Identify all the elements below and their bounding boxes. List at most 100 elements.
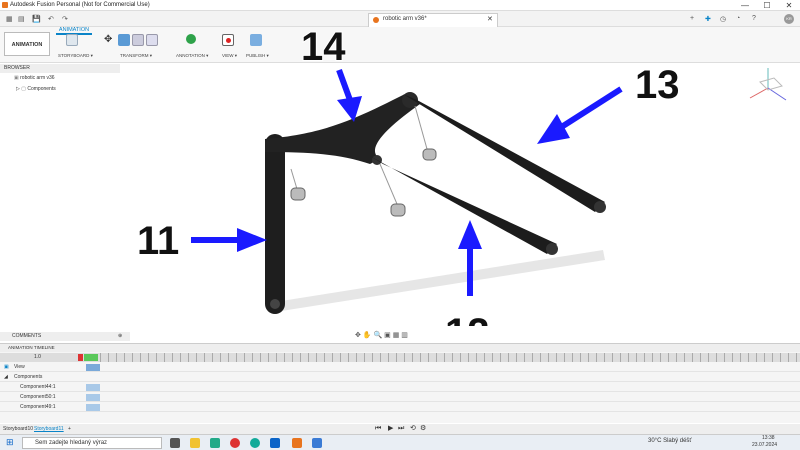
add-comment-icon[interactable]: ⊕ <box>118 332 122 341</box>
design-viewport[interactable]: 11 12 13 14 <box>125 64 735 326</box>
maximize-button[interactable]: ☐ <box>757 0 777 11</box>
file-explorer-icon[interactable] <box>190 438 200 448</box>
task-view-icon[interactable] <box>170 438 180 448</box>
save-icon[interactable]: 💾 <box>32 15 41 23</box>
viewports-icon[interactable]: ▥ <box>401 332 408 339</box>
callout-14-text: 14 <box>301 25 346 64</box>
arrow-to-part-11 <box>191 228 267 252</box>
go-to-end-icon[interactable]: ⏭ <box>398 424 404 434</box>
browser-components-label: Components <box>27 86 56 92</box>
outlook-icon[interactable] <box>270 438 280 448</box>
browser-root[interactable]: ▣ robotic arm v36 <box>14 75 55 81</box>
pan-icon[interactable]: ✋ <box>363 332 374 339</box>
file-icon[interactable]: ▤ <box>18 15 25 23</box>
transform-action[interactable] <box>86 404 100 411</box>
grid-icon[interactable]: ▦ <box>393 332 402 339</box>
part-11-vertical-link[interactable] <box>265 134 285 314</box>
app-taskbar-icon[interactable] <box>312 438 322 448</box>
callout-icon <box>186 34 196 44</box>
minimize-button[interactable]: — <box>735 0 755 11</box>
browser-components[interactable]: ▷ ▢ Components <box>16 86 56 92</box>
move-icon: ✥ <box>104 34 113 45</box>
display-settings-icon[interactable]: ▣ <box>384 332 393 339</box>
search-placeholder: Sem zadejte hledaný výraz <box>35 440 108 446</box>
timeline-ruler[interactable]: 1.0 <box>0 353 800 362</box>
callout-13: 13 <box>635 64 680 107</box>
avatar[interactable]: KR <box>784 14 794 24</box>
clock-time[interactable]: 13:38 <box>762 435 775 441</box>
storyboard-tab-10[interactable]: Storyboard10 <box>3 424 33 434</box>
storyboard-tab-11[interactable]: Storyboard11 <box>34 424 64 434</box>
redo-icon[interactable]: ↷ <box>62 15 68 23</box>
weather-widget[interactable]: 30°C Slabý déšť <box>648 438 692 444</box>
arrow-to-part-13 <box>537 86 623 144</box>
playhead-range[interactable] <box>84 354 98 361</box>
manual-explode-icon <box>146 34 158 46</box>
storyboard-group-label[interactable]: STORYBOARD ▾ <box>58 53 93 59</box>
timeline-row-label: Component44:1 <box>20 384 56 390</box>
play-icon[interactable]: ▶ <box>388 424 393 434</box>
orbit-icon[interactable]: ✥ <box>355 332 363 339</box>
view-cube[interactable] <box>738 60 798 115</box>
camera-action[interactable] <box>86 364 100 371</box>
mail-icon[interactable] <box>210 438 220 448</box>
timeline-row-label: Components <box>14 374 43 380</box>
grid-menu-icon[interactable]: ▦ <box>6 15 13 23</box>
timeline-row-component50[interactable]: Component50:1 <box>0 393 800 402</box>
zoom-icon[interactable]: 🔍 <box>373 332 384 339</box>
timeline-row-component44[interactable]: Component44:1 <box>0 383 800 392</box>
window-title: Autodesk Fusion Personal (Not for Commer… <box>10 2 150 8</box>
timeline-row-component49[interactable]: Component49:1 <box>0 403 800 412</box>
document-icon <box>373 17 379 23</box>
publish-group-label[interactable]: PUBLISH ▾ <box>246 53 269 59</box>
windows-start-icon[interactable]: ⊞ <box>6 437 14 448</box>
chrome-icon[interactable] <box>230 438 240 448</box>
bolt <box>414 105 437 161</box>
clock-date[interactable]: 23.07.2024 <box>752 442 777 448</box>
comments-panel[interactable]: COMMENTS ⊕ <box>0 332 130 341</box>
browser-title: BROWSER <box>4 65 30 71</box>
help-icon[interactable]: ? <box>752 15 756 22</box>
timeline-row-components[interactable]: ◢ Components <box>0 373 800 382</box>
browser-header[interactable]: BROWSER <box>0 64 120 73</box>
workspace-switcher[interactable]: ANIMATION <box>4 32 50 56</box>
comments-label: COMMENTS <box>12 333 42 339</box>
go-to-start-icon[interactable]: ⏮ <box>375 424 381 434</box>
taskbar-search-input[interactable]: Sem zadejte hledaný výraz <box>22 437 162 449</box>
add-storyboard-icon[interactable]: + <box>68 424 71 434</box>
document-tab[interactable]: robotic arm v36* ✕ <box>368 13 498 27</box>
record-marker[interactable] <box>78 354 83 361</box>
clock-icon[interactable]: ◷ <box>720 15 726 23</box>
settings-icon[interactable]: ⚙ <box>420 424 426 434</box>
extensions-icon[interactable]: ✚ <box>705 15 711 23</box>
new-tab-icon[interactable]: + <box>690 15 694 22</box>
annotation-group-label[interactable]: ANNOTATION ▾ <box>176 53 208 59</box>
transform-group-label[interactable]: TRANSFORM ▾ <box>120 53 152 59</box>
view-group-label[interactable]: VIEW ▾ <box>222 53 237 59</box>
close-button[interactable]: ✕ <box>779 0 799 11</box>
transform-action[interactable] <box>86 384 100 391</box>
time-ticks <box>100 353 800 362</box>
camera-icon: ▣ <box>4 364 9 370</box>
loop-icon[interactable]: ⟲ <box>410 424 416 434</box>
timeline-row-view[interactable]: ▣ View <box>0 363 800 372</box>
close-tab-icon[interactable]: ✕ <box>487 15 493 23</box>
browser-root-label: robotic arm v36 <box>20 75 55 81</box>
timeline-row-label: Component50:1 <box>20 394 56 400</box>
undo-icon[interactable]: ↶ <box>48 15 54 23</box>
record-dot-icon <box>226 38 231 43</box>
ribbon-toolbar: ANIMATION ANIMATION STORYBOARD ▾ ✥ TRANS… <box>0 27 800 63</box>
notifications-icon[interactable]: ◔ <box>736 15 740 22</box>
animation-timeline: ANIMATION TIMELINE 1.0 ▣ View ◢ Componen… <box>0 343 800 423</box>
playback-speed[interactable]: 1.0 <box>34 354 41 360</box>
tab-bar: ▦ ▤ 💾 ↶ ↷ robotic arm v36* ✕ + ✚ ◷ ◔ ? K… <box>0 11 800 27</box>
fusion-taskbar-icon[interactable] <box>292 438 302 448</box>
arrow-to-part-14 <box>336 68 362 122</box>
edge-icon[interactable] <box>250 438 260 448</box>
bolt <box>290 168 306 201</box>
title-bar: Autodesk Fusion Personal (Not for Commer… <box>0 0 800 11</box>
transform-action[interactable] <box>86 394 100 401</box>
chevron-down-icon[interactable]: ◢ <box>4 373 8 382</box>
timeline-header[interactable]: ANIMATION TIMELINE <box>0 344 800 352</box>
publish-video-icon <box>250 34 262 46</box>
